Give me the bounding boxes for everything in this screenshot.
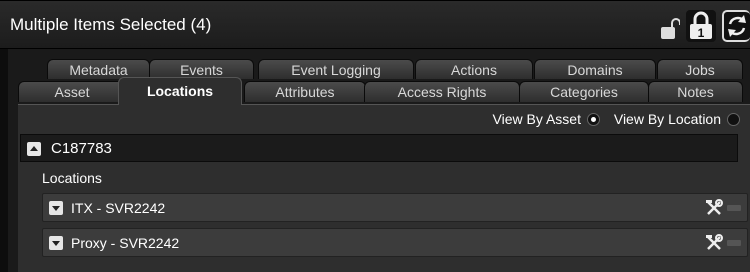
tab-jobs[interactable]: Jobs <box>657 59 743 79</box>
collapse-asset-button[interactable] <box>27 142 41 156</box>
view-toggle-group: View By Asset View By Location <box>483 111 740 127</box>
tab-locations[interactable]: Locations <box>118 77 242 105</box>
view-by-asset-label: View By Asset <box>492 111 581 127</box>
multiple-items-window: Multiple Items Selected (4) 1 Metadata E… <box>0 0 750 272</box>
expand-location-button[interactable] <box>49 236 63 250</box>
tab-asset[interactable]: Asset <box>18 81 126 102</box>
window-header: Multiple Items Selected (4) 1 <box>0 0 750 49</box>
location-row: Proxy - SVR2242 <box>42 228 748 257</box>
asset-name: C187783 <box>51 140 112 157</box>
tab-notes[interactable]: Notes <box>648 81 743 102</box>
view-by-asset-option[interactable]: View By Asset <box>493 111 600 127</box>
tab-actions[interactable]: Actions <box>415 59 533 79</box>
tab-event-logging[interactable]: Event Logging <box>258 59 414 79</box>
tab-access-rights[interactable]: Access Rights <box>364 81 520 102</box>
view-by-asset-radio[interactable] <box>586 112 600 126</box>
tab-domains[interactable]: Domains <box>534 59 656 79</box>
tab-events[interactable]: Events <box>149 59 254 79</box>
expand-location-button[interactable] <box>49 201 63 215</box>
location-name: ITX - SVR2242 <box>71 200 166 216</box>
tabs-area: Metadata Events Event Logging Actions Do… <box>8 49 750 272</box>
tab-categories[interactable]: Categories <box>519 81 649 102</box>
location-name: Proxy - SVR2242 <box>71 235 180 251</box>
tab-attributes[interactable]: Attributes <box>244 81 366 102</box>
locations-panel: View By Asset View By Location C187783 L… <box>18 104 750 272</box>
minus-icon[interactable] <box>727 240 741 246</box>
view-by-location-radio[interactable] <box>727 112 740 126</box>
view-by-location-label: View By Location <box>613 111 721 127</box>
view-by-location-option[interactable]: View By Location <box>614 111 740 127</box>
window-title: Multiple Items Selected (4) <box>10 15 212 34</box>
refresh-icon[interactable] <box>722 10 750 42</box>
minus-icon[interactable] <box>727 205 741 211</box>
tools-icon[interactable] <box>705 234 723 252</box>
tools-icon[interactable] <box>705 199 723 217</box>
lock-icon[interactable]: 1 <box>686 10 716 42</box>
locations-section-label: Locations <box>42 170 102 186</box>
location-row: ITX - SVR2242 <box>42 193 748 222</box>
asset-header: C187783 <box>20 134 738 162</box>
tab-metadata[interactable]: Metadata <box>47 59 150 79</box>
svg-text:1: 1 <box>698 26 705 40</box>
unlock-icon[interactable] <box>660 18 681 45</box>
